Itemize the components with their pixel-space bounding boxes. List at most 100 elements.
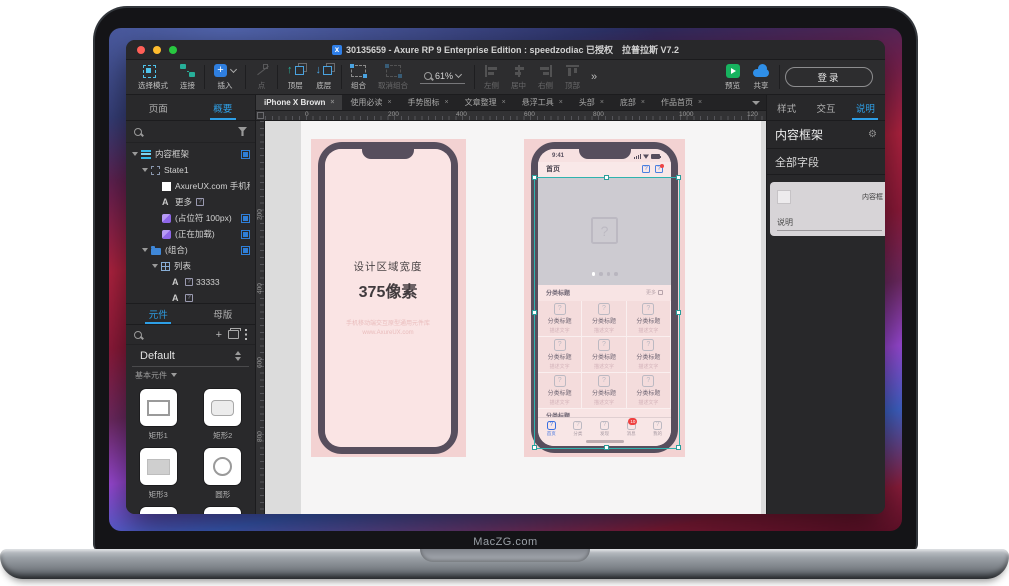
- toolbar-button-align-right[interactable]: 右侧: [532, 60, 559, 94]
- toolbar-button-connector[interactable]: 连接: [174, 60, 201, 94]
- more-options-icon[interactable]: [245, 329, 247, 340]
- close-tab-icon[interactable]: ×: [445, 99, 449, 106]
- login-button[interactable]: 登录: [785, 67, 873, 87]
- expand-arrow-icon[interactable]: [152, 264, 158, 268]
- gear-icon[interactable]: ⚙: [868, 129, 877, 140]
- expand-arrow-icon[interactable]: [132, 152, 138, 156]
- widget-item[interactable]: 矩形2: [204, 389, 241, 441]
- rect-widget-icon: [162, 182, 171, 191]
- dynamic-panel-toggle-icon[interactable]: [241, 150, 250, 159]
- document-tab[interactable]: 头部×: [571, 95, 612, 110]
- filter-icon[interactable]: [238, 127, 247, 136]
- tab-masters[interactable]: 母版: [191, 304, 256, 324]
- note-input[interactable]: 说明: [777, 217, 882, 231]
- library-select[interactable]: Default: [132, 345, 249, 367]
- widget-tile: [204, 389, 241, 426]
- toolbar-button-select-mode[interactable]: 选择模式: [132, 60, 174, 94]
- toolbar-button-insert[interactable]: 插入: [208, 60, 242, 94]
- document-tab[interactable]: 作品首页×: [653, 95, 710, 110]
- close-tab-icon[interactable]: ×: [559, 99, 563, 106]
- artboard-design-width[interactable]: 设计区域宽度 375像素 手机移动端交互原型通用元件库 www.AxureUX.…: [311, 139, 466, 457]
- toolbar-button-send-to-back[interactable]: ↓底层: [310, 60, 339, 94]
- align-center-icon: [512, 65, 525, 77]
- header-placeholder-icon[interactable]: ?: [642, 165, 650, 173]
- document-tab-label: 悬浮工具: [522, 97, 554, 108]
- toolbar-button-bring-to-front[interactable]: ↑顶层: [281, 60, 310, 94]
- close-tab-icon[interactable]: ×: [600, 99, 604, 106]
- design-width-value: 375像素: [325, 278, 451, 302]
- close-tab-icon[interactable]: ×: [502, 99, 506, 106]
- preview-button[interactable]: 预览: [719, 60, 746, 94]
- tab-elements[interactable]: 元件: [126, 304, 191, 324]
- note-card[interactable]: 内容框 说明: [770, 182, 885, 236]
- tree-row[interactable]: (组合): [126, 242, 255, 258]
- left-panel: 页面 概要 内容框架State1AxureUX.com 手机移动A更多?(占位符…: [126, 95, 256, 514]
- selection-handle[interactable]: [532, 445, 537, 450]
- library-section-header[interactable]: 基本元件: [126, 367, 255, 383]
- close-tab-icon[interactable]: ×: [641, 99, 645, 106]
- tab-说明[interactable]: 说明: [846, 95, 885, 120]
- toolbar-button-ungroup[interactable]: 取消组合: [372, 60, 414, 94]
- document-tab-label: 底部: [620, 97, 636, 108]
- close-tab-icon[interactable]: ×: [698, 99, 702, 106]
- widget-item[interactable]: 圆形: [204, 448, 241, 500]
- minimize-window-button[interactable]: [153, 46, 161, 54]
- document-tab[interactable]: 悬浮工具 ×: [514, 95, 571, 110]
- tree-row[interactable]: AxureUX.com 手机移动: [126, 178, 255, 194]
- document-tab[interactable]: 底部 ×: [612, 95, 653, 110]
- fullscreen-window-button[interactable]: [169, 46, 177, 54]
- widget-item[interactable]: 矩形1: [140, 389, 177, 441]
- tree-row[interactable]: 内容框架: [126, 146, 255, 162]
- selection-handle[interactable]: [604, 445, 609, 450]
- close-tab-icon[interactable]: ×: [330, 99, 334, 106]
- tree-row[interactable]: A?33333: [126, 274, 255, 290]
- iphone-frame-1[interactable]: 设计区域宽度 375像素 手机移动端交互原型通用元件库 www.AxureUX.…: [318, 142, 458, 454]
- tree-row[interactable]: (正在加载): [126, 226, 255, 242]
- selected-widget-name: 内容框架: [775, 126, 823, 143]
- tree-row[interactable]: A更多?: [126, 194, 255, 210]
- tree-row[interactable]: 列表: [126, 258, 255, 274]
- tab-交互[interactable]: 交互: [806, 95, 845, 120]
- selection-handle[interactable]: [676, 175, 681, 180]
- tab-outline[interactable]: 概要: [191, 95, 256, 120]
- dynamic-panel-toggle-icon[interactable]: [241, 230, 250, 239]
- tab-pages[interactable]: 页面: [126, 95, 191, 120]
- document-tab[interactable]: iPhone X Brown×: [256, 95, 342, 110]
- close-tab-icon[interactable]: ×: [387, 99, 391, 106]
- dynamic-panel-toggle-icon[interactable]: [241, 214, 250, 223]
- selection-handle[interactable]: [604, 175, 609, 180]
- zoom-control[interactable]: 61%: [420, 71, 465, 84]
- toolbar-divider: [779, 65, 780, 89]
- toolbar-more-button[interactable]: »: [586, 71, 602, 83]
- expand-arrow-icon[interactable]: [142, 168, 148, 172]
- toolbar-button-align-center[interactable]: 居中: [505, 60, 532, 94]
- selection-handle[interactable]: [532, 310, 537, 315]
- toolbar-button-align-left[interactable]: 左侧: [478, 60, 505, 94]
- tree-row[interactable]: A?: [126, 290, 255, 303]
- toolbar-button-align-top[interactable]: 顶部: [559, 60, 586, 94]
- dynamic-panel-toggle-icon[interactable]: [241, 246, 250, 255]
- phone1-screen[interactable]: 设计区域宽度 375像素 手机移动端交互原型通用元件库 www.AxureUX.…: [325, 149, 451, 447]
- header-notification-icon[interactable]: ?: [655, 165, 663, 173]
- widget-item[interactable]: 图片: [140, 507, 177, 514]
- library-pages-icon[interactable]: [228, 330, 239, 339]
- widget-item[interactable]: 占位符: [204, 507, 241, 514]
- close-window-button[interactable]: [137, 46, 145, 54]
- document-tab[interactable]: 使用必读 ×: [342, 95, 399, 110]
- expand-arrow-icon[interactable]: [142, 248, 148, 252]
- toolbar-button-point[interactable]: 点: [249, 60, 274, 94]
- tree-row[interactable]: State1: [126, 162, 255, 178]
- share-button[interactable]: 共享: [746, 60, 776, 94]
- document-tab-label: 使用必读: [350, 97, 382, 108]
- add-library-button[interactable]: +: [216, 330, 222, 340]
- tree-row[interactable]: (占位符 100px): [126, 210, 255, 226]
- selection-handle[interactable]: [676, 310, 681, 315]
- toolbar-button-group[interactable]: 组合: [345, 60, 372, 94]
- selection-handle[interactable]: [532, 175, 537, 180]
- document-tab[interactable]: 手势图标×: [400, 95, 457, 110]
- tab-list-caret-icon[interactable]: [752, 101, 760, 105]
- document-tab[interactable]: 文章整理×: [457, 95, 514, 110]
- tab-样式[interactable]: 样式: [767, 95, 806, 120]
- selection-handle[interactable]: [676, 445, 681, 450]
- widget-item[interactable]: 矩形3: [140, 448, 177, 500]
